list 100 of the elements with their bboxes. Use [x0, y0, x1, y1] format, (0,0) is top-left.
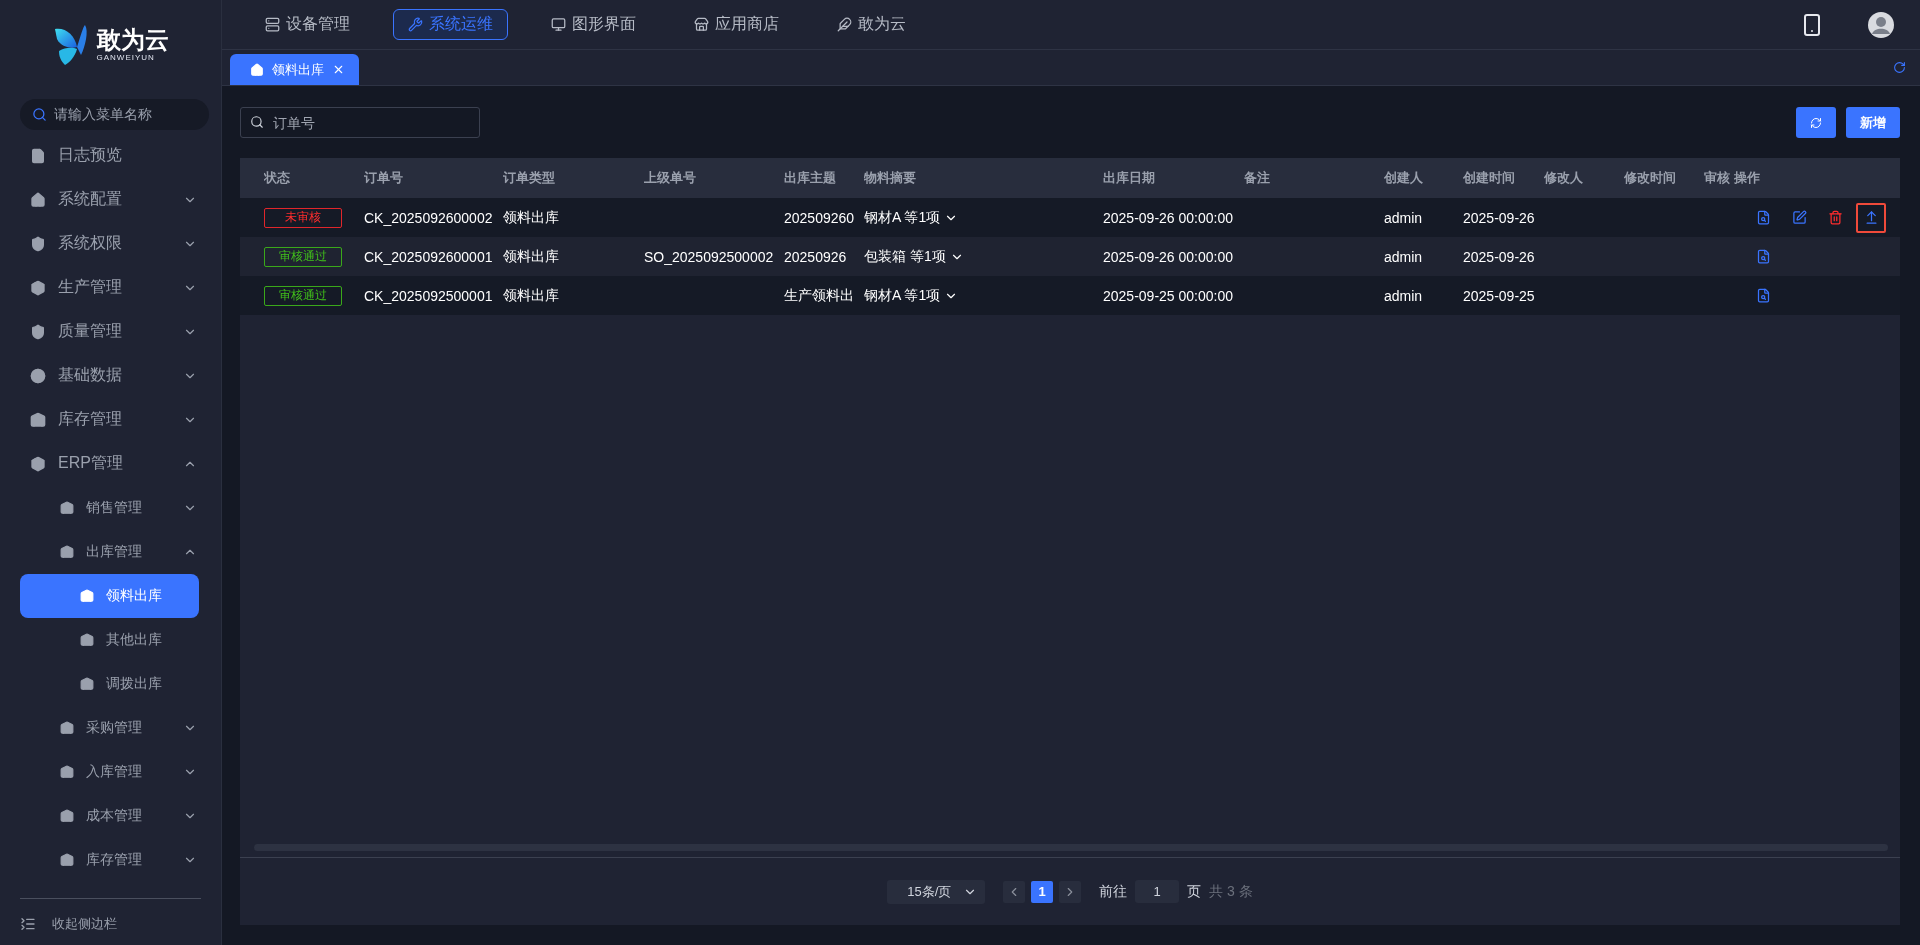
table-cell-text: 202509260: [784, 209, 856, 226]
table-cell-text: admin: [1384, 287, 1424, 304]
previous-page-button[interactable]: [1003, 880, 1026, 903]
refresh-icon: [1810, 116, 1822, 129]
house-icon: [250, 62, 264, 77]
menu-search-field[interactable]: 请输入菜单名称: [20, 98, 209, 130]
table-cell-text: 2025-09-25: [1463, 287, 1536, 304]
materials-dropdown[interactable]: 钢材A 等1项: [864, 208, 1103, 227]
sidebar-item[interactable]: 其他出库: [0, 617, 221, 662]
nav-tab[interactable]: 设备管理: [250, 9, 365, 40]
column-header: 修改人: [1544, 169, 1584, 187]
menu-icon: [60, 544, 74, 559]
menu-icon: [60, 808, 74, 823]
table-cell-text: CK_2025092600002: [364, 209, 494, 226]
column-header: 出库主题: [784, 169, 837, 187]
menu-icon: [60, 500, 74, 515]
sidebar-item[interactable]: 日志预览: [0, 133, 221, 178]
add-button[interactable]: 新增: [1846, 107, 1900, 138]
table-cell-text: CK_2025092500001: [364, 287, 494, 304]
table-cell-text: 领料出库: [503, 286, 560, 305]
column-header: 修改时间: [1624, 169, 1677, 187]
sidebar-item[interactable]: 库存管理: [0, 397, 221, 442]
menu-icon: [30, 455, 46, 472]
search-field[interactable]: 订单号: [240, 107, 480, 138]
table-cell-text: CK_2025092600001: [364, 248, 494, 265]
logo-subtitle: GANWEIYUN: [96, 53, 155, 63]
sidebar-item[interactable]: 系统权限: [0, 221, 221, 266]
table-cell-text: admin: [1384, 248, 1424, 265]
materials-dropdown[interactable]: 钢材A 等1项: [864, 286, 1103, 305]
refresh-button[interactable]: [1796, 107, 1836, 138]
table-cell-text: 领料出库: [503, 208, 560, 227]
menu-icon: [80, 676, 94, 691]
status-tag: 审核通过: [264, 246, 342, 267]
column-header: 状态: [264, 169, 291, 187]
nav-icon: [837, 17, 852, 32]
nav-icon: [408, 17, 423, 32]
materials-dropdown[interactable]: 包装箱 等1项: [864, 247, 1103, 266]
sidebar-item[interactable]: ERP管理: [0, 441, 221, 486]
sidebar-item[interactable]: 出库管理: [0, 529, 221, 574]
table-cell-text: 2025-09-26: [1463, 209, 1536, 226]
column-header: 物料摘要: [864, 169, 917, 187]
nav-tab[interactable]: 图形界面: [536, 9, 651, 40]
page-button[interactable]: 1: [1031, 880, 1054, 903]
sidebar-item[interactable]: 销售管理: [0, 485, 221, 530]
page-size-select[interactable]: 15条/页: [887, 879, 986, 904]
sidebar-item[interactable]: 系统配置: [0, 177, 221, 222]
view-document-icon: [1755, 249, 1771, 264]
table-cell-text: SO_2025092500002: [644, 248, 775, 265]
menu-icon: [30, 279, 46, 296]
status-tag: 审核通过: [264, 285, 342, 306]
table-cell-text: 20250926: [784, 248, 848, 265]
menu-icon: [60, 852, 74, 867]
logo-name: 敢为云: [96, 27, 169, 54]
goto-label: 前往: [1099, 882, 1128, 901]
sidebar-item[interactable]: 入库管理: [0, 749, 221, 794]
sidebar-item[interactable]: 质量管理: [0, 309, 221, 354]
menu-icon: [30, 191, 46, 208]
next-page-button[interactable]: [1059, 880, 1082, 903]
total-count: 共 3 条: [1209, 882, 1253, 901]
search-icon: [250, 115, 264, 129]
nav-tab[interactable]: 应用商店: [679, 9, 794, 40]
view-document-icon: [1755, 210, 1771, 225]
column-header: 审核: [1704, 169, 1731, 187]
page-unit-label: 页: [1187, 882, 1202, 901]
sidebar-item[interactable]: 成本管理: [0, 793, 221, 838]
refresh-icon[interactable]: [1893, 61, 1906, 74]
column-header: 上级单号: [644, 169, 697, 187]
sidebar-item[interactable]: 基础数据: [0, 353, 221, 398]
menu-icon: [60, 764, 74, 779]
avatar-icon[interactable]: [1868, 11, 1894, 38]
sidebar-item[interactable]: 采购管理: [0, 705, 221, 750]
menu-icon: [30, 411, 46, 428]
menu-icon: [60, 720, 74, 735]
sidebar-item[interactable]: 调拨出库: [0, 661, 221, 706]
column-header: 备注: [1244, 169, 1271, 187]
upload-button[interactable]: [1856, 202, 1886, 233]
nav-icon: [694, 17, 709, 32]
collapse-sidebar-button[interactable]: 收起侧边栏: [0, 908, 221, 939]
column-header: 创建时间: [1463, 169, 1516, 187]
search-icon: [32, 106, 47, 122]
page-input[interactable]: 1: [1135, 880, 1180, 903]
column-header: 订单类型: [503, 169, 556, 187]
menu-icon: [30, 367, 46, 384]
table-cell-text: 2025-09-26 00:00:00: [1103, 248, 1234, 265]
nav-tab[interactable]: 系统运维: [393, 9, 508, 40]
column-header: 订单号: [364, 169, 404, 187]
sidebar-item[interactable]: 生产管理: [0, 265, 221, 310]
nav-tab[interactable]: 敢为云: [822, 9, 921, 40]
table-cell-text: admin: [1384, 209, 1424, 226]
menu-icon: [80, 632, 94, 647]
page-tab[interactable]: 领料出库: [230, 54, 359, 85]
close-icon[interactable]: [332, 63, 345, 76]
sidebar-item[interactable]: 领料出库: [20, 573, 199, 618]
column-header: 操作: [1734, 169, 1761, 187]
sidebar-item[interactable]: 库存管理: [0, 837, 221, 882]
column-header: 出库日期: [1103, 169, 1156, 187]
menu-icon: [30, 235, 46, 252]
view-document-icon: [1755, 288, 1771, 303]
nav-icon: [551, 17, 566, 32]
menu-icon: [30, 147, 46, 164]
